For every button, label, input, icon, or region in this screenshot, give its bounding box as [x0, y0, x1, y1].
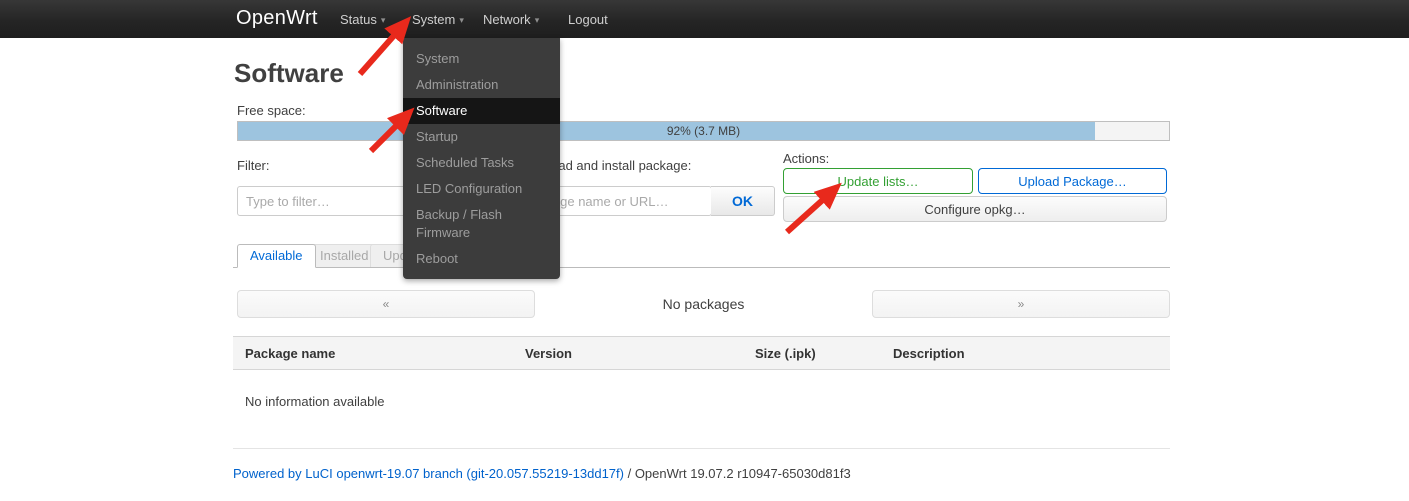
openwrt-logo: OpenWrt — [236, 7, 318, 30]
update-lists-button[interactable]: Update lists… — [783, 168, 973, 194]
menu-item-administration[interactable]: Administration — [403, 72, 560, 98]
free-space-label: Free space: — [237, 103, 306, 118]
page-title: Software — [234, 58, 344, 89]
upload-package-button[interactable]: Upload Package… — [978, 168, 1167, 194]
annotation-arrows — [0, 0, 1409, 501]
footer-text: Powered by LuCI openwrt-19.07 branch (gi… — [233, 466, 851, 481]
footer-divider — [233, 448, 1170, 449]
table-header-row: Package name Version Size (.ipk) Descrip… — [233, 336, 1170, 370]
chevron-down-icon: ▾ — [381, 15, 386, 25]
nav-item-status[interactable]: Status▾ — [340, 12, 385, 27]
column-header-size: Size (.ipk) — [755, 346, 816, 361]
openwrt-version-text: / OpenWrt 19.07.2 r10947-65030d81f3 — [624, 466, 851, 481]
tab-available[interactable]: Available — [237, 244, 316, 268]
tab-bar-divider — [233, 267, 1170, 268]
top-navbar: OpenWrt Status▾ System▾ Network▾ Logout — [0, 0, 1409, 38]
table-empty-message: No information available — [245, 394, 384, 409]
free-space-value: 92% (3.7 MB) — [238, 122, 1169, 140]
menu-item-led-configuration[interactable]: LED Configuration — [403, 176, 560, 202]
configure-opkg-button[interactable]: Configure opkg… — [783, 196, 1167, 222]
menu-item-startup[interactable]: Startup — [403, 124, 560, 150]
ok-button[interactable]: OK — [711, 186, 775, 216]
pagination-next-button[interactable]: » — [872, 290, 1170, 318]
chevron-down-icon: ▾ — [459, 15, 464, 25]
chevron-down-icon: ▾ — [535, 15, 540, 25]
actions-label: Actions: — [783, 151, 829, 166]
column-header-description: Description — [893, 346, 965, 361]
free-space-progressbar: 92% (3.7 MB) — [237, 121, 1170, 141]
column-header-package-name: Package name — [245, 346, 335, 361]
menu-item-system[interactable]: System — [403, 46, 560, 72]
filter-label: Filter: — [237, 158, 270, 173]
column-header-version: Version — [525, 346, 572, 361]
nav-item-system[interactable]: System▾ — [412, 12, 464, 27]
menu-item-scheduled-tasks[interactable]: Scheduled Tasks — [403, 150, 560, 176]
luci-footer-link[interactable]: Powered by LuCI openwrt-19.07 branch (gi… — [233, 466, 624, 481]
menu-item-reboot[interactable]: Reboot — [403, 246, 560, 272]
nav-item-network[interactable]: Network▾ — [483, 12, 539, 27]
nav-item-logout[interactable]: Logout — [568, 12, 608, 27]
system-dropdown-menu: System Administration Software Startup S… — [403, 38, 560, 279]
menu-item-software[interactable]: Software — [403, 98, 560, 124]
menu-item-backup-flash-firmware[interactable]: Backup / Flash Firmware — [403, 202, 560, 246]
